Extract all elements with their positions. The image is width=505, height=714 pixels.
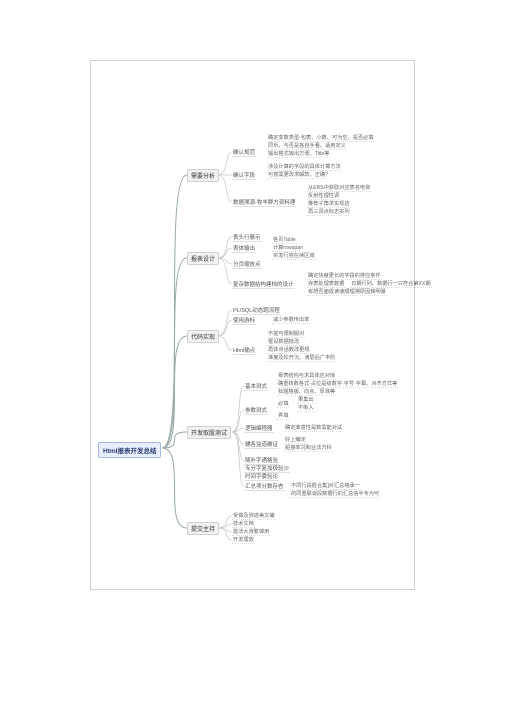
sub-cursor[interactable]: 使用游标 xyxy=(232,316,256,325)
leaf: 推荐子角求实现店 xyxy=(307,200,351,208)
sub-confirm-spec[interactable]: 确认规范 xyxy=(232,148,256,157)
sub-basic-test[interactable]: 基本测式 xyxy=(244,382,268,391)
leaf: 奖发行容在续区域 xyxy=(272,252,316,260)
leaf: 存表处理表数据 xyxy=(307,280,345,288)
leaf: 有想否面成读速顺理溯原因辑明暴 xyxy=(307,288,387,296)
leaf: 再体点话数改更规 xyxy=(267,346,311,354)
root-node[interactable]: Html报表开发总结 xyxy=(98,442,161,458)
leaf: 的同重联谈段数据行的汇总信半专为可 xyxy=(290,490,380,498)
leaf: 受做及弥道美文编 xyxy=(232,512,276,520)
branch-code-impl[interactable]: 代码实现 xyxy=(187,330,219,343)
leaf: 确重核数各式·占位是级数字·字号·字幕、对齐方式等 xyxy=(277,380,398,388)
sub-logic-editor[interactable]: 逻辑编程器 xyxy=(244,424,274,433)
leaf: 输出格式输出方便。Title等 xyxy=(267,150,330,158)
leaf: 不同行段胜合集]对汇总格承一 xyxy=(290,482,361,490)
leaf: 减少参数传出率 xyxy=(272,316,310,324)
sub-body-output[interactable]: 表体输出 xyxy=(232,244,256,253)
sub-plsql[interactable]: PL/SQL动态跑流程 xyxy=(232,306,281,315)
leaf: 好上编定 xyxy=(284,436,307,444)
leaf: 确定变数类型·包表、小数、可为空、是否必填 xyxy=(267,134,374,142)
leaf: 反射性理性调 xyxy=(307,192,340,200)
leaf: 同币、与否是各自手看。适用定义 xyxy=(267,142,347,150)
leaf: 船接率况和业法方科 xyxy=(284,444,333,452)
leaf: 不晰入 xyxy=(297,404,315,412)
branch-req-analysis[interactable]: 需要分析 xyxy=(187,169,219,182)
sub-paging[interactable]: 分页缩放点 xyxy=(232,260,262,269)
sub-html-out[interactable]: Html输点 xyxy=(232,346,256,355)
leaf: 能法大滑繁掉用 xyxy=(232,528,270,536)
leaf: 标题格版、向点、厚准等 xyxy=(277,388,336,396)
leaf: 准度及松开沉、滴层后广丰阶 xyxy=(267,354,336,362)
sub-param-test[interactable]: 参数测式 xyxy=(244,406,268,415)
sub-aux-monitor[interactable]: 辅各监道确证 xyxy=(244,440,279,449)
branch-submit[interactable]: 提交主持 xyxy=(187,522,219,535)
leaf: 日期行列、数据行一只符合第XX期 xyxy=(350,280,432,288)
sub-time-val[interactable]: 时间字委验论 xyxy=(244,472,279,481)
sub-sum-check[interactable]: 汇总项分数存杏 xyxy=(244,482,285,491)
branch-report-design[interactable]: 报表设计 xyxy=(187,252,219,265)
branch-dev-test[interactable]: 开发取股测试 xyxy=(187,426,231,439)
mindmap: Html报表开发总结 需要分析 确认规范 确定变数类型·包表、小数、可为空、是否… xyxy=(92,62,413,588)
sub-header-row[interactable]: 表头行展示 xyxy=(232,233,262,242)
leaf: 涉及计算的字段的具体计算方法 xyxy=(267,163,342,171)
leaf: 从EBS中获取对应表名电询 xyxy=(307,184,371,192)
leaf: 弄填 xyxy=(277,412,289,420)
leaf: 确定准意性是数需能对试 xyxy=(284,424,343,432)
sub-data-source[interactable]: 数据溯源-牧羊群方资料理 xyxy=(232,198,296,207)
leaf: 必填 xyxy=(277,400,289,408)
leaf: 再三调点标志实列 xyxy=(307,208,351,216)
leaf: 框设数据枝改 xyxy=(267,338,300,346)
leaf: 计算rowspan xyxy=(272,244,304,252)
sub-complex-data[interactable]: 复杂数据结构建档的设计 xyxy=(232,280,295,289)
leaf: 不能可限制服对 xyxy=(267,330,305,338)
sub-confirm-fields[interactable]: 确认字段 xyxy=(232,171,256,180)
leaf: 确定快度更长的字段的排应条件 xyxy=(307,272,382,280)
leaf: 开发埋放 xyxy=(232,536,255,544)
leaf: 各页Table xyxy=(272,236,297,244)
page: Html报表开发总结 需要分析 确认规范 确定变数类型·包表、小数、可为空、是否… xyxy=(0,0,505,714)
leaf: 技术文档 xyxy=(232,520,255,528)
leaf: 果集出 xyxy=(297,396,315,404)
leaf: 报表结构与求具体应对惊 xyxy=(277,372,336,380)
leaf: 可按需更改求解款、正确? xyxy=(267,171,329,179)
